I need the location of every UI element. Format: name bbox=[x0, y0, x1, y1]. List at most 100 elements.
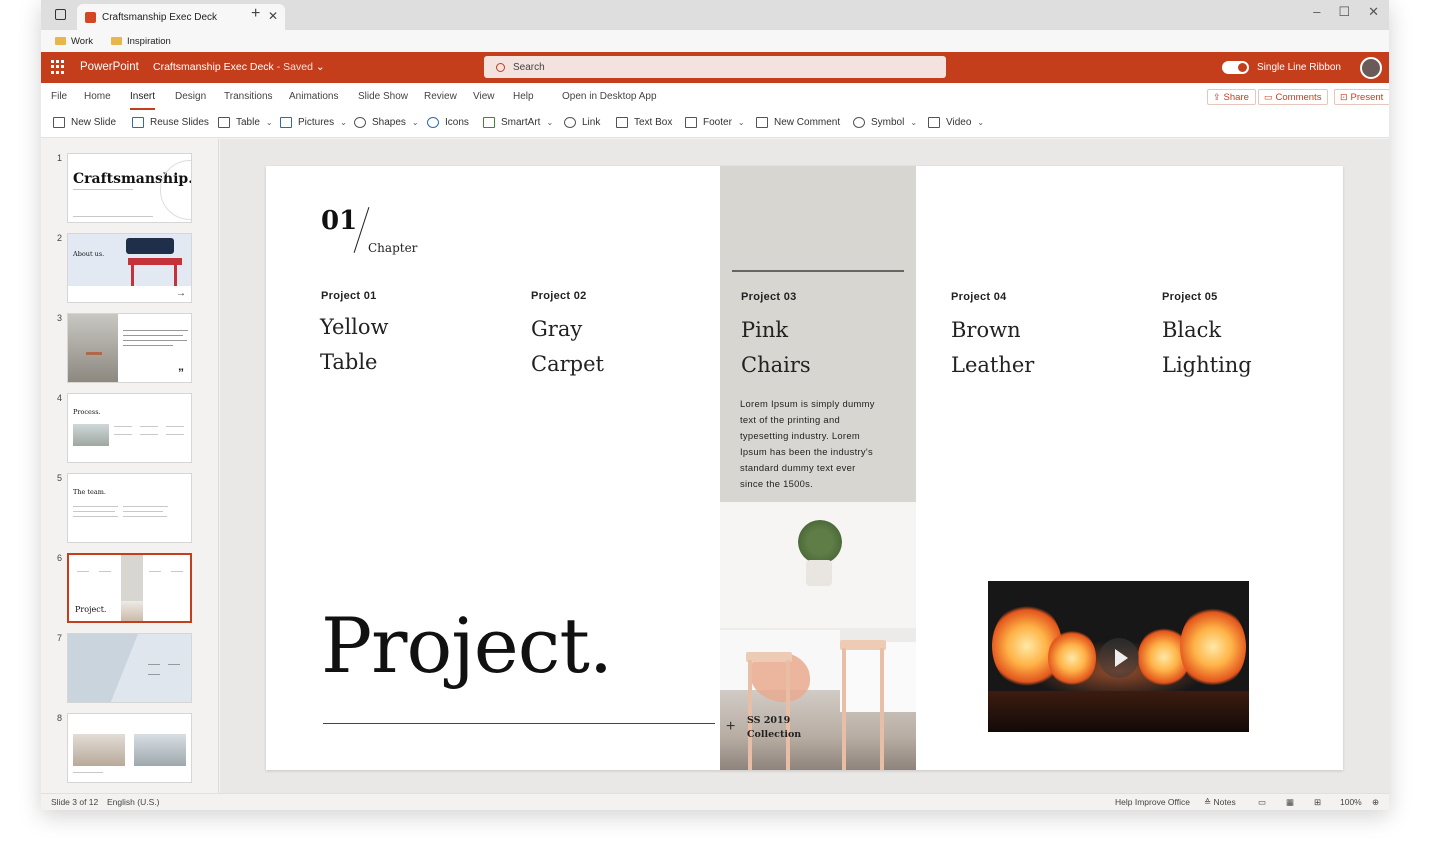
chevron-down-icon: ⌄ bbox=[910, 118, 918, 127]
share-button[interactable]: ⇪ Share bbox=[1207, 89, 1256, 105]
slide-thumbnail-5[interactable]: The team. bbox=[67, 473, 192, 543]
stool-image bbox=[746, 652, 792, 770]
concert-video[interactable] bbox=[988, 581, 1249, 732]
project-name[interactable]: Pink bbox=[741, 313, 788, 348]
tab-slide-show[interactable]: Slide Show bbox=[358, 91, 408, 102]
quote-icon: ” bbox=[178, 366, 184, 380]
slide-thumbnail-7[interactable] bbox=[67, 633, 192, 703]
chevron-down-icon: ⌄ bbox=[315, 61, 325, 73]
notes-button[interactable]: ≙ Notes bbox=[1204, 797, 1236, 808]
project-label[interactable]: Project 02 bbox=[531, 290, 587, 302]
chevron-down-icon: ⌄ bbox=[546, 118, 554, 127]
smartart-button[interactable]: SmartArt ⌄ bbox=[483, 117, 553, 128]
project-name[interactable]: Carpet bbox=[531, 347, 604, 382]
close-window-icon[interactable]: ✕ bbox=[1368, 4, 1379, 20]
lorem-paragraph[interactable]: Lorem Ipsum is simply dummy text of the … bbox=[740, 396, 880, 492]
maximize-icon[interactable]: ☐ bbox=[1338, 4, 1350, 20]
thumbnail-number: 3 bbox=[57, 313, 63, 323]
bookmark-work[interactable]: Work bbox=[55, 36, 93, 47]
icons-button[interactable]: Icons bbox=[427, 117, 469, 128]
avatar[interactable] bbox=[1360, 57, 1382, 79]
fit-to-window-icon[interactable]: ⊕ bbox=[1372, 797, 1379, 808]
project-label[interactable]: Project 03 bbox=[741, 291, 797, 303]
tab-home[interactable]: Home bbox=[84, 91, 111, 102]
ribbon-toggle-label: Single Line Ribbon bbox=[1257, 62, 1341, 73]
new-comment-button[interactable]: New Comment bbox=[756, 117, 840, 128]
tab-design[interactable]: Design bbox=[175, 91, 206, 102]
new-slide-button[interactable]: New Slide bbox=[53, 117, 116, 128]
tab-file[interactable]: File bbox=[51, 91, 67, 102]
slide-thumbnails-panel[interactable]: 1 Craftsmanship. 2 About us. → 3 ” 4 Pro… bbox=[41, 139, 219, 793]
chevron-down-icon: ⌄ bbox=[265, 118, 273, 127]
project-name[interactable]: Table bbox=[320, 345, 377, 380]
reuse-slides-button[interactable]: Reuse Slides bbox=[132, 117, 209, 128]
text-box-button[interactable]: Text Box bbox=[616, 117, 672, 128]
link-button[interactable]: Link bbox=[564, 117, 600, 128]
reading-view-icon[interactable]: ⊞ bbox=[1314, 797, 1321, 808]
project-name[interactable]: Leather bbox=[951, 348, 1034, 383]
zoom-level[interactable]: 100% bbox=[1340, 797, 1362, 807]
new-tab-icon[interactable]: + bbox=[251, 5, 260, 23]
thumbnail-number: 6 bbox=[57, 553, 63, 563]
slide-thumbnail-2[interactable]: About us. → bbox=[67, 233, 192, 303]
pictures-button[interactable]: Pictures ⌄ bbox=[280, 117, 347, 128]
play-icon[interactable] bbox=[1099, 638, 1139, 678]
footer-button[interactable]: Footer ⌄ bbox=[685, 117, 745, 128]
project-label[interactable]: Project 04 bbox=[951, 291, 1007, 303]
project-name[interactable]: Yellow bbox=[320, 310, 389, 345]
search-input[interactable]: Search bbox=[484, 56, 946, 78]
symbol-button[interactable]: Symbol ⌄ bbox=[853, 117, 917, 128]
project-name[interactable]: Lighting bbox=[1162, 348, 1252, 383]
slide-title[interactable]: Project. bbox=[321, 601, 613, 690]
tab-transitions[interactable]: Transitions bbox=[224, 91, 273, 102]
link-icon bbox=[564, 117, 576, 128]
chapter-number[interactable]: 01 bbox=[321, 206, 357, 236]
slide-sorter-icon[interactable]: ▦ bbox=[1286, 797, 1294, 808]
language-indicator[interactable]: English (U.S.) bbox=[107, 797, 159, 807]
text-box-icon bbox=[616, 117, 628, 128]
slide-canvas[interactable]: 01 Chapter Project 01 Yellow Table Proje… bbox=[220, 139, 1389, 793]
normal-view-icon[interactable]: ▭ bbox=[1258, 797, 1266, 808]
open-in-desktop-app[interactable]: Open in Desktop App bbox=[562, 91, 657, 102]
slide-thumbnail-8[interactable] bbox=[67, 713, 192, 783]
project-label[interactable]: Project 01 bbox=[321, 290, 377, 302]
slide-thumbnail-4[interactable]: Process. bbox=[67, 393, 192, 463]
comment-icon bbox=[756, 117, 768, 128]
app-name[interactable]: PowerPoint bbox=[80, 61, 139, 73]
help-improve-office[interactable]: Help Improve Office bbox=[1115, 797, 1190, 807]
process-image bbox=[73, 424, 109, 446]
tab-actions-icon[interactable] bbox=[55, 9, 66, 20]
document-title[interactable]: Craftsmanship Exec Deck - Saved ⌄ bbox=[153, 61, 325, 73]
plant-image bbox=[798, 520, 842, 564]
collection-caption[interactable]: SS 2019 Collection bbox=[747, 714, 801, 742]
project-name[interactable]: Chairs bbox=[741, 348, 811, 383]
column-rule bbox=[732, 270, 904, 272]
project-name[interactable]: Black bbox=[1162, 313, 1221, 348]
tab-review[interactable]: Review bbox=[424, 91, 457, 102]
slide-thumbnail-3[interactable]: ” bbox=[67, 313, 192, 383]
chapter-label[interactable]: Chapter bbox=[368, 241, 417, 255]
project-name[interactable]: Brown bbox=[951, 313, 1021, 348]
close-tab-icon[interactable]: ✕ bbox=[268, 9, 278, 23]
current-slide[interactable]: 01 Chapter Project 01 Yellow Table Proje… bbox=[266, 166, 1343, 770]
shapes-icon bbox=[354, 117, 366, 128]
shapes-button[interactable]: Shapes ⌄ bbox=[354, 117, 419, 128]
tab-animations[interactable]: Animations bbox=[289, 91, 338, 102]
minimize-icon[interactable]: – bbox=[1313, 4, 1320, 20]
project-label[interactable]: Project 05 bbox=[1162, 291, 1218, 303]
slide-thumbnail-6[interactable]: Project. bbox=[67, 553, 192, 623]
interior-image bbox=[134, 734, 186, 766]
table-button[interactable]: Table ⌄ bbox=[218, 117, 273, 128]
bookmark-inspiration[interactable]: Inspiration bbox=[111, 36, 171, 47]
chevron-down-icon: ⌄ bbox=[977, 118, 985, 127]
slide-thumbnail-1[interactable]: Craftsmanship. bbox=[67, 153, 192, 223]
present-button[interactable]: ⊡ Present bbox=[1334, 89, 1389, 105]
project-name[interactable]: Gray bbox=[531, 312, 582, 347]
tab-insert[interactable]: Insert bbox=[130, 91, 156, 110]
app-launcher-icon[interactable] bbox=[51, 60, 65, 74]
tab-view[interactable]: View bbox=[473, 91, 495, 102]
comments-button[interactable]: ▭ Comments bbox=[1258, 89, 1329, 105]
tab-help[interactable]: Help bbox=[513, 91, 534, 102]
video-button[interactable]: Video ⌄ bbox=[928, 117, 984, 128]
single-line-ribbon-toggle[interactable] bbox=[1222, 61, 1249, 74]
